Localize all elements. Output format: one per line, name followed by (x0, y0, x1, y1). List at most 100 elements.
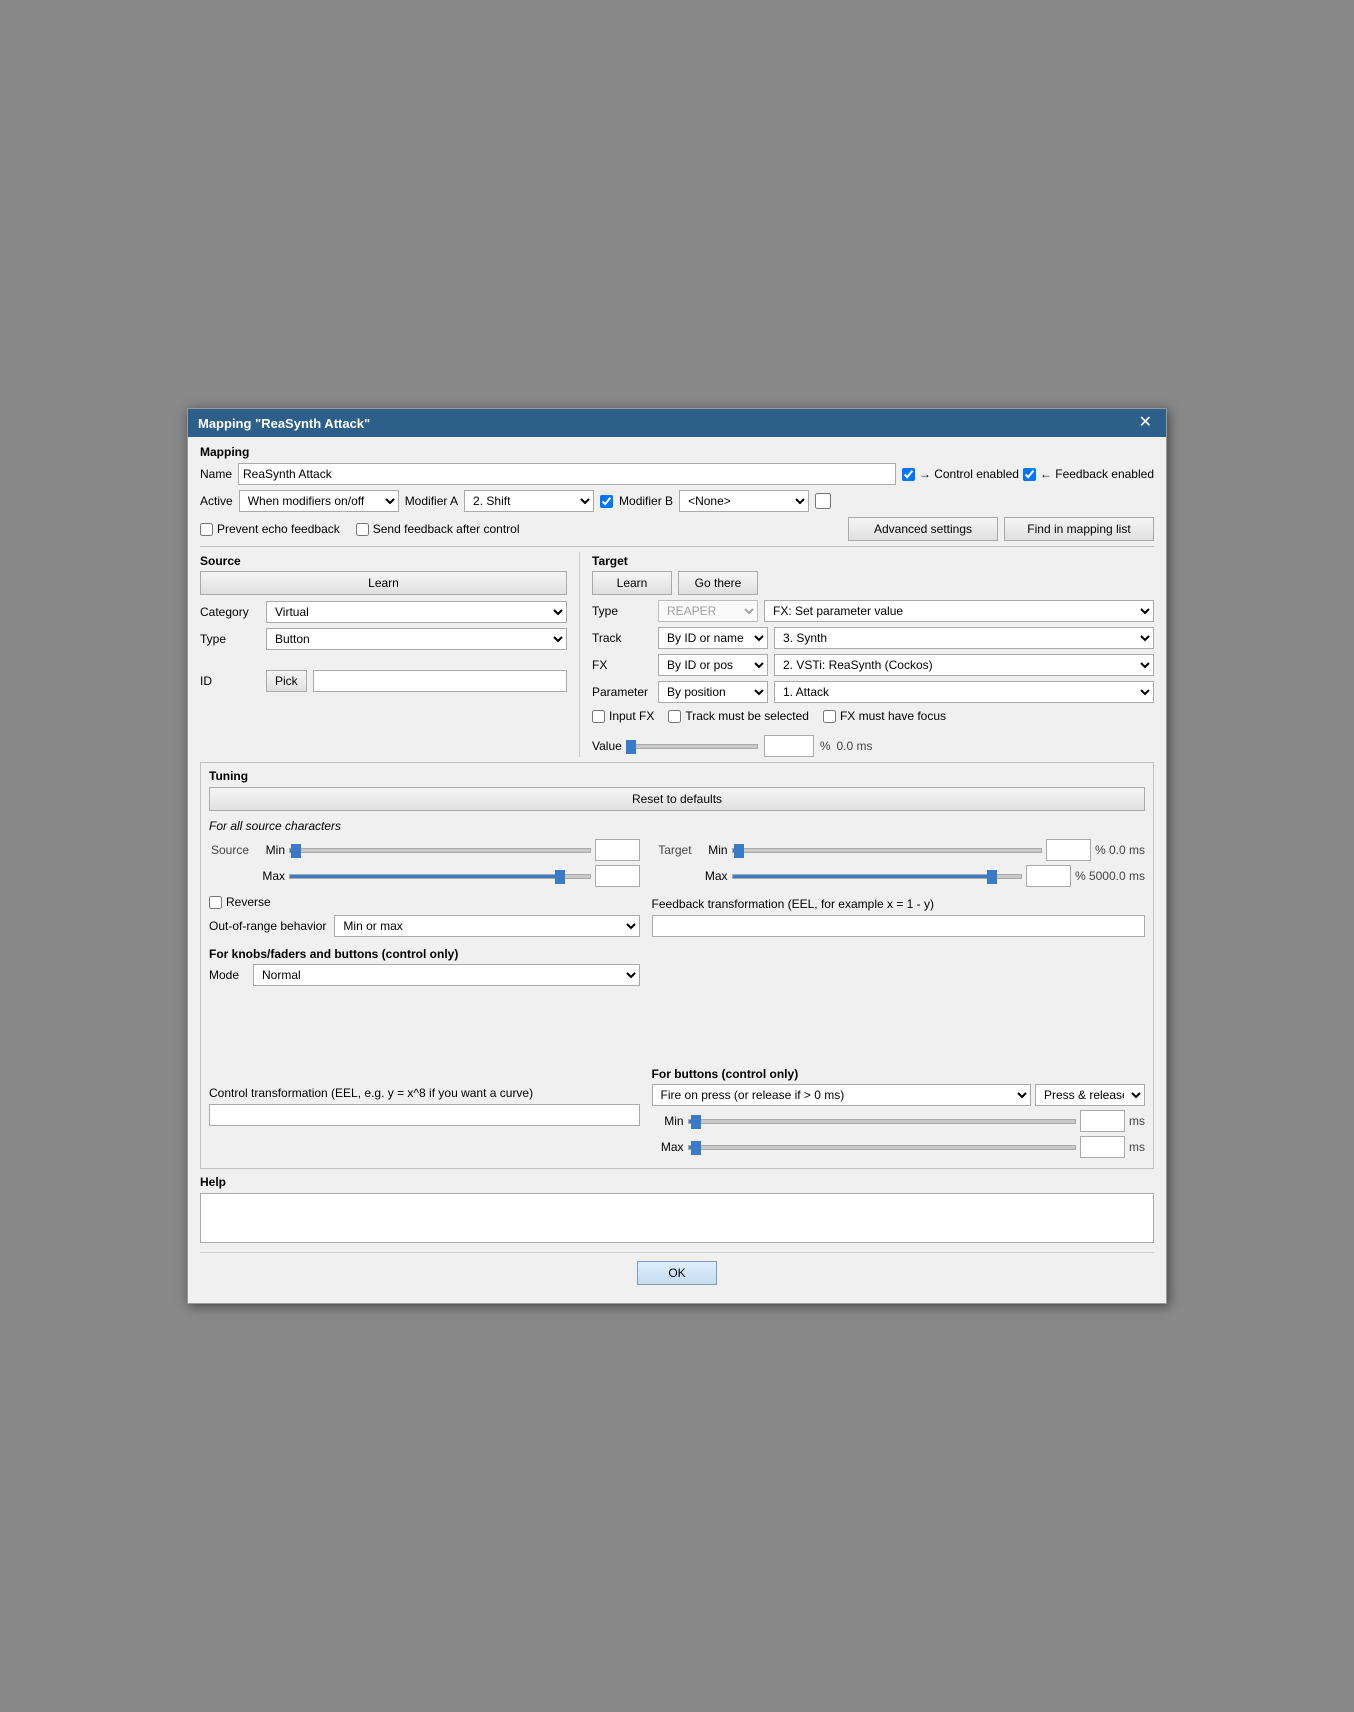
value-slider-track[interactable] (628, 744, 758, 749)
help-label: Help (200, 1175, 1154, 1189)
source-max-label: Max (253, 869, 285, 883)
param-by-select[interactable]: By position By name By ID (658, 681, 768, 703)
reset-defaults-button[interactable]: Reset to defaults (209, 787, 1145, 811)
fx-checkboxes: Input FX Track must be selected FX must … (592, 709, 1154, 723)
modifier-a-select[interactable]: 2. Shift 1. Ctrl 3. Alt None (464, 490, 594, 512)
source-max-slider[interactable] (289, 874, 591, 879)
target-type-reaper-select[interactable]: REAPER (658, 600, 758, 622)
source-type-select[interactable]: Button Knob Fader (266, 628, 567, 650)
tuning-section: Tuning Reset to defaults For all source … (200, 762, 1154, 1169)
feedback-enabled-checkbox[interactable] (1023, 468, 1036, 481)
buttons-max-slider[interactable] (688, 1145, 1076, 1150)
out-of-range-label: Out-of-range behavior (209, 919, 326, 933)
value-number-input[interactable]: 0 (764, 735, 814, 757)
control-enabled-label: → Control enabled (919, 467, 1019, 481)
target-type-label: Type (592, 604, 652, 618)
prevent-echo-checkbox[interactable] (200, 523, 213, 536)
dialog-title: Mapping "ReaSynth Attack" (198, 416, 370, 431)
buttons-max-row: Max 0 ms (652, 1136, 1145, 1158)
source-min-slider[interactable] (289, 848, 591, 853)
buttons-min-slider[interactable] (688, 1119, 1076, 1124)
buttons-min-input[interactable]: 0 (1080, 1110, 1125, 1132)
id-label: ID (200, 674, 260, 688)
name-label: Name (200, 467, 232, 481)
tuning-label: Tuning (209, 769, 1145, 783)
target-min-slider[interactable] (732, 848, 1042, 853)
dialog-body: Mapping Name → Control enabled ← Feedbac… (188, 437, 1166, 1303)
send-feedback-checkbox[interactable] (356, 523, 369, 536)
source-max-row: Max 100 (209, 865, 640, 887)
name-row: Name → Control enabled ← Feedback enable… (200, 463, 1154, 485)
source-tuning: Source Min 0 Max (209, 839, 640, 1162)
track-value-select[interactable]: 3. Synth 1. Drums 2. Bass (774, 627, 1154, 649)
name-input[interactable] (238, 463, 896, 485)
input-fx-label: Input FX (609, 709, 654, 723)
source-category-row: Category Virtual MIDI OSC (200, 601, 567, 623)
feedback-transform-section: Feedback transformation (EEL, for exampl… (652, 897, 1145, 937)
target-max-label: Max (696, 869, 728, 883)
find-in-mapping-button[interactable]: Find in mapping list (1004, 517, 1154, 541)
source-type-row: Type Button Knob Fader (200, 628, 567, 650)
fire-select[interactable]: Fire on press (or release if > 0 ms) Fir… (652, 1084, 1031, 1106)
target-max-input[interactable]: 100 (1026, 865, 1071, 887)
input-fx-checkbox[interactable] (592, 710, 605, 723)
buttons-max-label: Max (652, 1140, 684, 1154)
fx-by-select[interactable]: By ID or pos By name (658, 654, 768, 676)
fx-value-select[interactable]: 2. VSTi: ReaSynth (Cockos) 1. VST: EQ (774, 654, 1154, 676)
target-buttons-row: Learn Go there (592, 571, 1154, 595)
close-button[interactable]: ✕ (1135, 415, 1156, 431)
ok-button[interactable]: OK (637, 1261, 717, 1285)
source-max-input[interactable]: 100 (595, 865, 640, 887)
fx-must-label: FX must have focus (840, 709, 946, 723)
modifier-a-checkbox[interactable] (600, 495, 613, 508)
control-enabled-checkbox[interactable] (902, 468, 915, 481)
source-min-input[interactable]: 0 (595, 839, 640, 861)
control-transform-input[interactable] (209, 1104, 640, 1126)
active-select[interactable]: When modifiers on/off Always Never (239, 490, 399, 512)
send-feedback-group: Send feedback after control (356, 522, 520, 536)
param-value-select[interactable]: 1. Attack 2. Decay 3. Sustain 4. Release (774, 681, 1154, 703)
source-target-tuning-row: Source Min 0 Max (209, 839, 1145, 1162)
target-max-slider[interactable] (732, 874, 1022, 879)
out-of-range-select[interactable]: Min or max Wrap Clamp (334, 915, 639, 937)
track-must-group: Track must be selected (668, 709, 809, 723)
go-there-button[interactable]: Go there (678, 571, 758, 595)
input-fx-group: Input FX (592, 709, 654, 723)
track-must-checkbox[interactable] (668, 710, 681, 723)
ok-bar: OK (200, 1252, 1154, 1293)
buttons-max-input[interactable]: 0 (1080, 1136, 1125, 1158)
target-min-input[interactable]: 0 (1046, 839, 1091, 861)
prevent-echo-label: Prevent echo feedback (217, 522, 340, 536)
target-label: Target (592, 554, 1154, 568)
id-input[interactable]: 14 (313, 670, 567, 692)
reverse-checkbox[interactable] (209, 896, 222, 909)
advanced-settings-button[interactable]: Advanced settings (848, 517, 998, 541)
help-textarea[interactable] (200, 1193, 1154, 1243)
value-section: Value 0 % 0.0 ms (592, 731, 1154, 757)
target-fx-param-select[interactable]: FX: Set parameter value (764, 600, 1154, 622)
modifier-b-select[interactable]: <None> 1. Ctrl 2. Shift 3. Alt (679, 490, 809, 512)
modifier-b-checkbox[interactable] (815, 493, 831, 509)
mode-row: Mode Normal Toggle Relative (209, 964, 640, 986)
target-section: Target Learn Go there Type REAPER FX: Se… (580, 552, 1154, 757)
target-label-tuning: Target (652, 843, 692, 857)
press-release-select[interactable]: Press & release Press only Release only (1035, 1084, 1145, 1106)
source-id-row: ID Pick 14 (200, 670, 567, 692)
source-min-row: Source Min 0 (209, 839, 640, 861)
value-ms-label: 0.0 ms (836, 739, 872, 753)
track-by-select[interactable]: By ID or name By position By name (658, 627, 768, 649)
target-learn-button[interactable]: Learn (592, 571, 672, 595)
reverse-label: Reverse (226, 895, 271, 909)
target-param-row: Parameter By position By name By ID 1. A… (592, 681, 1154, 703)
pick-button[interactable]: Pick (266, 670, 307, 692)
for-all-label: For all source characters (209, 819, 1145, 833)
fx-must-checkbox[interactable] (823, 710, 836, 723)
source-learn-button[interactable]: Learn (200, 571, 567, 595)
value-percent-label: % (820, 739, 831, 753)
category-select[interactable]: Virtual MIDI OSC (266, 601, 567, 623)
mode-label: Mode (209, 968, 249, 982)
feedback-transform-input[interactable] (652, 915, 1145, 937)
mode-select[interactable]: Normal Toggle Relative (253, 964, 640, 986)
modifier-b-label: Modifier B (619, 494, 673, 508)
mapping-section-label: Mapping (200, 445, 1154, 459)
